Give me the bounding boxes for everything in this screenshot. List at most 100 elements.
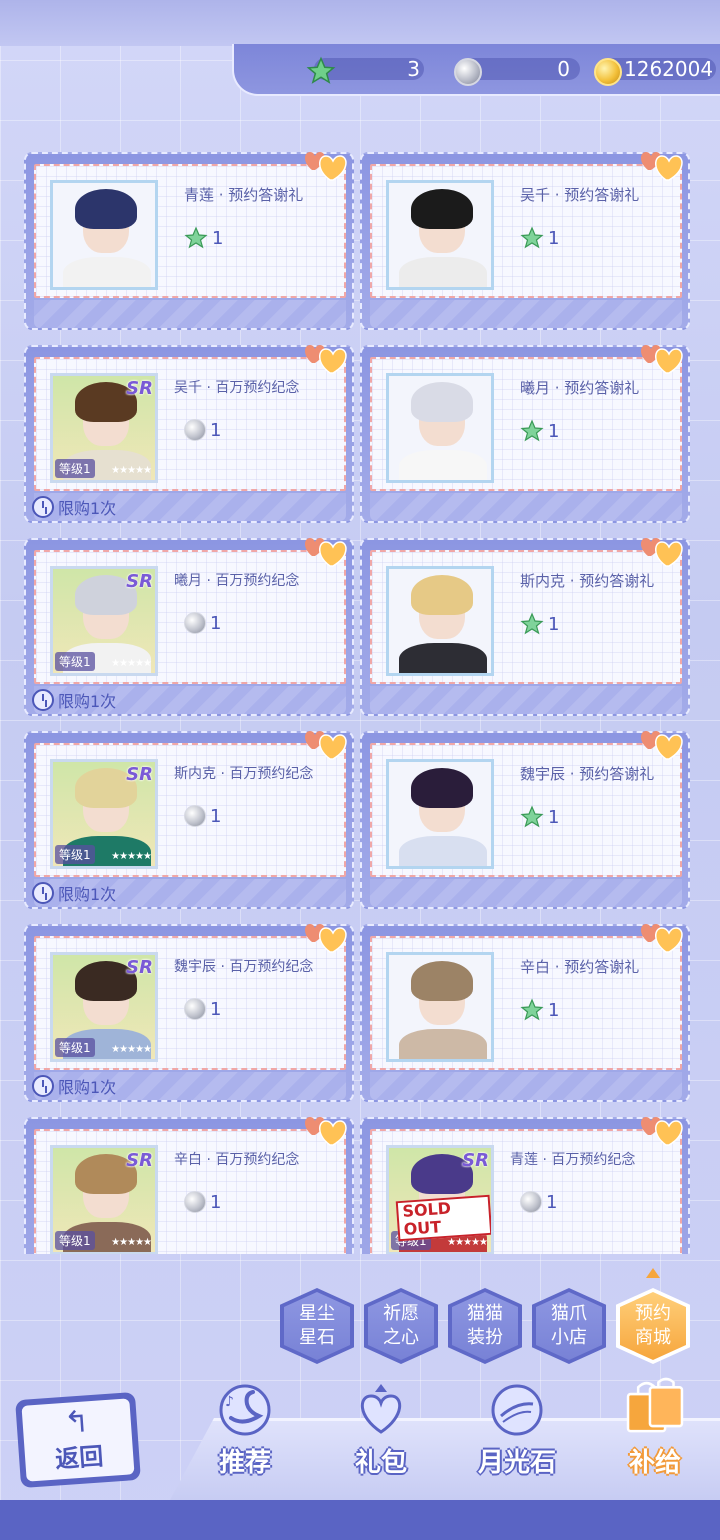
character-portrait: SR 等级1 ★★★★★ — [50, 1145, 158, 1254]
item-title: 吴千 · 预约答谢礼 — [520, 186, 640, 204]
level-badge: 等级1 — [55, 845, 95, 864]
shop-item-card[interactable]: 曦月 · 预约答谢礼 1 — [360, 345, 690, 523]
item-title: 魏宇辰 · 预约答谢礼 — [520, 765, 655, 783]
sr-rarity-badge: SR — [126, 1150, 153, 1171]
clock-icon — [32, 882, 54, 904]
shop-tab-label-line1: 猫爪 — [551, 1303, 587, 1324]
currency-bar: 3 0 1262004 — [232, 44, 720, 96]
item-title: 青莲 · 百万预约纪念 — [510, 1152, 636, 1168]
item-price: 1 — [184, 419, 221, 441]
tab-gift-pack-label: 礼包 — [354, 1448, 407, 1478]
level-badge: 等级1 — [55, 1038, 95, 1057]
card-panel: 辛白 · 预约答谢礼 1 — [370, 936, 682, 1070]
card-footer — [370, 300, 682, 328]
silver-coin-icon — [184, 612, 206, 634]
clock-icon — [32, 496, 54, 518]
price-value: 1 — [210, 612, 222, 634]
item-price: 1 — [520, 419, 559, 443]
shop-tab-label-line2: 商城 — [635, 1327, 671, 1348]
tab-gift-pack[interactable]: 礼包 — [326, 1380, 436, 1479]
shop-tab-label-line2: 星石 — [299, 1327, 335, 1348]
shopping-bag-icon — [623, 1370, 687, 1440]
tab-moonstone-label: 月光石 — [477, 1448, 556, 1478]
silver-amount: 0 — [557, 57, 570, 81]
silver-coin-icon — [184, 805, 206, 827]
card-panel: SR 等级1 ★★★★★ 吴千 · 百万预约纪念 1 — [34, 357, 346, 491]
shop-item-card[interactable]: 辛白 · 预约答谢礼 1 — [360, 924, 690, 1102]
heart-decoration-icon — [305, 1117, 347, 1146]
purchase-limit-label: 限购1次 — [58, 885, 117, 904]
green-star-icon — [520, 998, 544, 1021]
card-footer — [34, 300, 346, 328]
character-portrait — [50, 180, 158, 290]
shop-item-card[interactable]: 魏宇辰 · 预约答谢礼 1 — [360, 731, 690, 909]
shop-item-card[interactable]: 青莲 · 预约答谢礼 1 — [24, 152, 354, 330]
rank-stars-icon: ★★★★★ — [111, 465, 152, 476]
tab-supply[interactable]: 补给 — [600, 1370, 710, 1479]
shop-item-card[interactable]: 吴千 · 预约答谢礼 1 — [360, 152, 690, 330]
shop-tab-label-line2: 之心 — [383, 1327, 419, 1348]
card-footer — [370, 686, 682, 714]
item-price: 1 — [184, 805, 221, 827]
moonstone-icon — [485, 1380, 549, 1440]
price-value: 1 — [210, 805, 222, 827]
heart-decoration-icon — [305, 152, 347, 181]
shop-item-card[interactable]: SR 等级1 ★★★★★ 魏宇辰 · 百万预约纪念 1 限购1次 — [24, 924, 354, 1102]
silver-coin-icon — [520, 1191, 542, 1213]
green-star-icon — [520, 419, 544, 442]
shop-item-card[interactable]: SR 等级1 ★★★★★ SOLD OUT 青莲 · 百万预约纪念 1 — [360, 1117, 690, 1254]
shop-tab-label-line1: 预约 — [635, 1303, 671, 1324]
character-portrait — [386, 180, 494, 290]
character-portrait: SR 等级1 ★★★★★ SOLD OUT — [386, 1145, 494, 1254]
shop-item-card[interactable]: SR 等级1 ★★★★★ 斯内克 · 百万预约纪念 1 限购1次 — [24, 731, 354, 909]
card-panel: 曦月 · 预约答谢礼 1 — [370, 357, 682, 491]
shop-item-card[interactable]: SR 等级1 ★★★★★ 吴千 · 百万预约纪念 1 限购1次 — [24, 345, 354, 523]
gold-coin-icon — [594, 58, 622, 86]
heart-decoration-icon — [641, 924, 683, 953]
character-portrait: SR 等级1 ★★★★★ — [50, 952, 158, 1062]
silver-coin-icon — [184, 998, 206, 1020]
character-portrait: SR 等级1 ★★★★★ — [50, 566, 158, 676]
card-panel: SR 等级1 ★★★★★ 斯内克 · 百万预约纪念 1 — [34, 743, 346, 877]
sr-rarity-badge: SR — [126, 764, 153, 785]
heart-decoration-icon — [641, 1117, 683, 1146]
price-value: 1 — [548, 420, 560, 442]
shop-item-card[interactable]: SR 等级1 ★★★★★ 曦月 · 百万预约纪念 1 限购1次 — [24, 538, 354, 716]
shop-item-card[interactable]: SR 等级1 ★★★★★ 辛白 · 百万预约纪念 1 — [24, 1117, 354, 1254]
purchase-limit-label: 限购1次 — [58, 692, 117, 711]
price-value: 1 — [210, 1191, 222, 1213]
item-price: 1 — [184, 998, 221, 1020]
gift-heart-icon — [349, 1380, 413, 1440]
item-title: 曦月 · 百万预约纪念 — [174, 573, 300, 589]
price-value: 1 — [210, 998, 222, 1020]
rank-stars-icon: ★★★★★ — [111, 1044, 152, 1055]
item-price: 1 — [184, 226, 223, 250]
clock-icon — [32, 689, 54, 711]
shop-item-card[interactable]: 斯内克 · 预约答谢礼 1 — [360, 538, 690, 716]
tabbar-floor — [0, 1500, 720, 1540]
sold-out-sign: SOLD OUT — [395, 1194, 491, 1242]
top-strip — [0, 0, 720, 46]
silver-coin-icon — [454, 58, 482, 86]
tab-recommend[interactable]: ♪ 推荐 — [190, 1380, 300, 1479]
green-star-icon — [306, 56, 336, 84]
green-star-icon — [520, 805, 544, 828]
item-title: 辛白 · 百万预约纪念 — [174, 1152, 300, 1168]
green-star-icon — [184, 226, 208, 249]
back-button[interactable]: ↰ 返回 — [15, 1391, 141, 1489]
item-grid[interactable]: 青莲 · 预约答谢礼 1 吴千 · 预约答谢礼 1 SR 等级1 ★★★★★ 吴千 · 百万预… — [24, 150, 696, 1254]
level-badge: 等级1 — [55, 459, 95, 478]
card-panel: SR 等级1 ★★★★★ 魏宇辰 · 百万预约纪念 1 — [34, 936, 346, 1070]
silver-coin-icon — [184, 419, 206, 441]
tab-moonstone[interactable]: 月光石 — [462, 1380, 572, 1479]
heart-decoration-icon — [641, 152, 683, 181]
level-badge: 等级1 — [55, 652, 95, 671]
item-price: 1 — [520, 1191, 557, 1213]
green-star-icon — [520, 226, 544, 249]
item-title: 曦月 · 预约答谢礼 — [520, 379, 640, 397]
character-portrait — [386, 759, 494, 869]
purchase-limit-label: 限购1次 — [58, 499, 117, 518]
card-panel: 斯内克 · 预约答谢礼 1 — [370, 550, 682, 684]
rank-stars-icon: ★★★★★ — [447, 1237, 488, 1248]
heart-decoration-icon — [641, 731, 683, 760]
